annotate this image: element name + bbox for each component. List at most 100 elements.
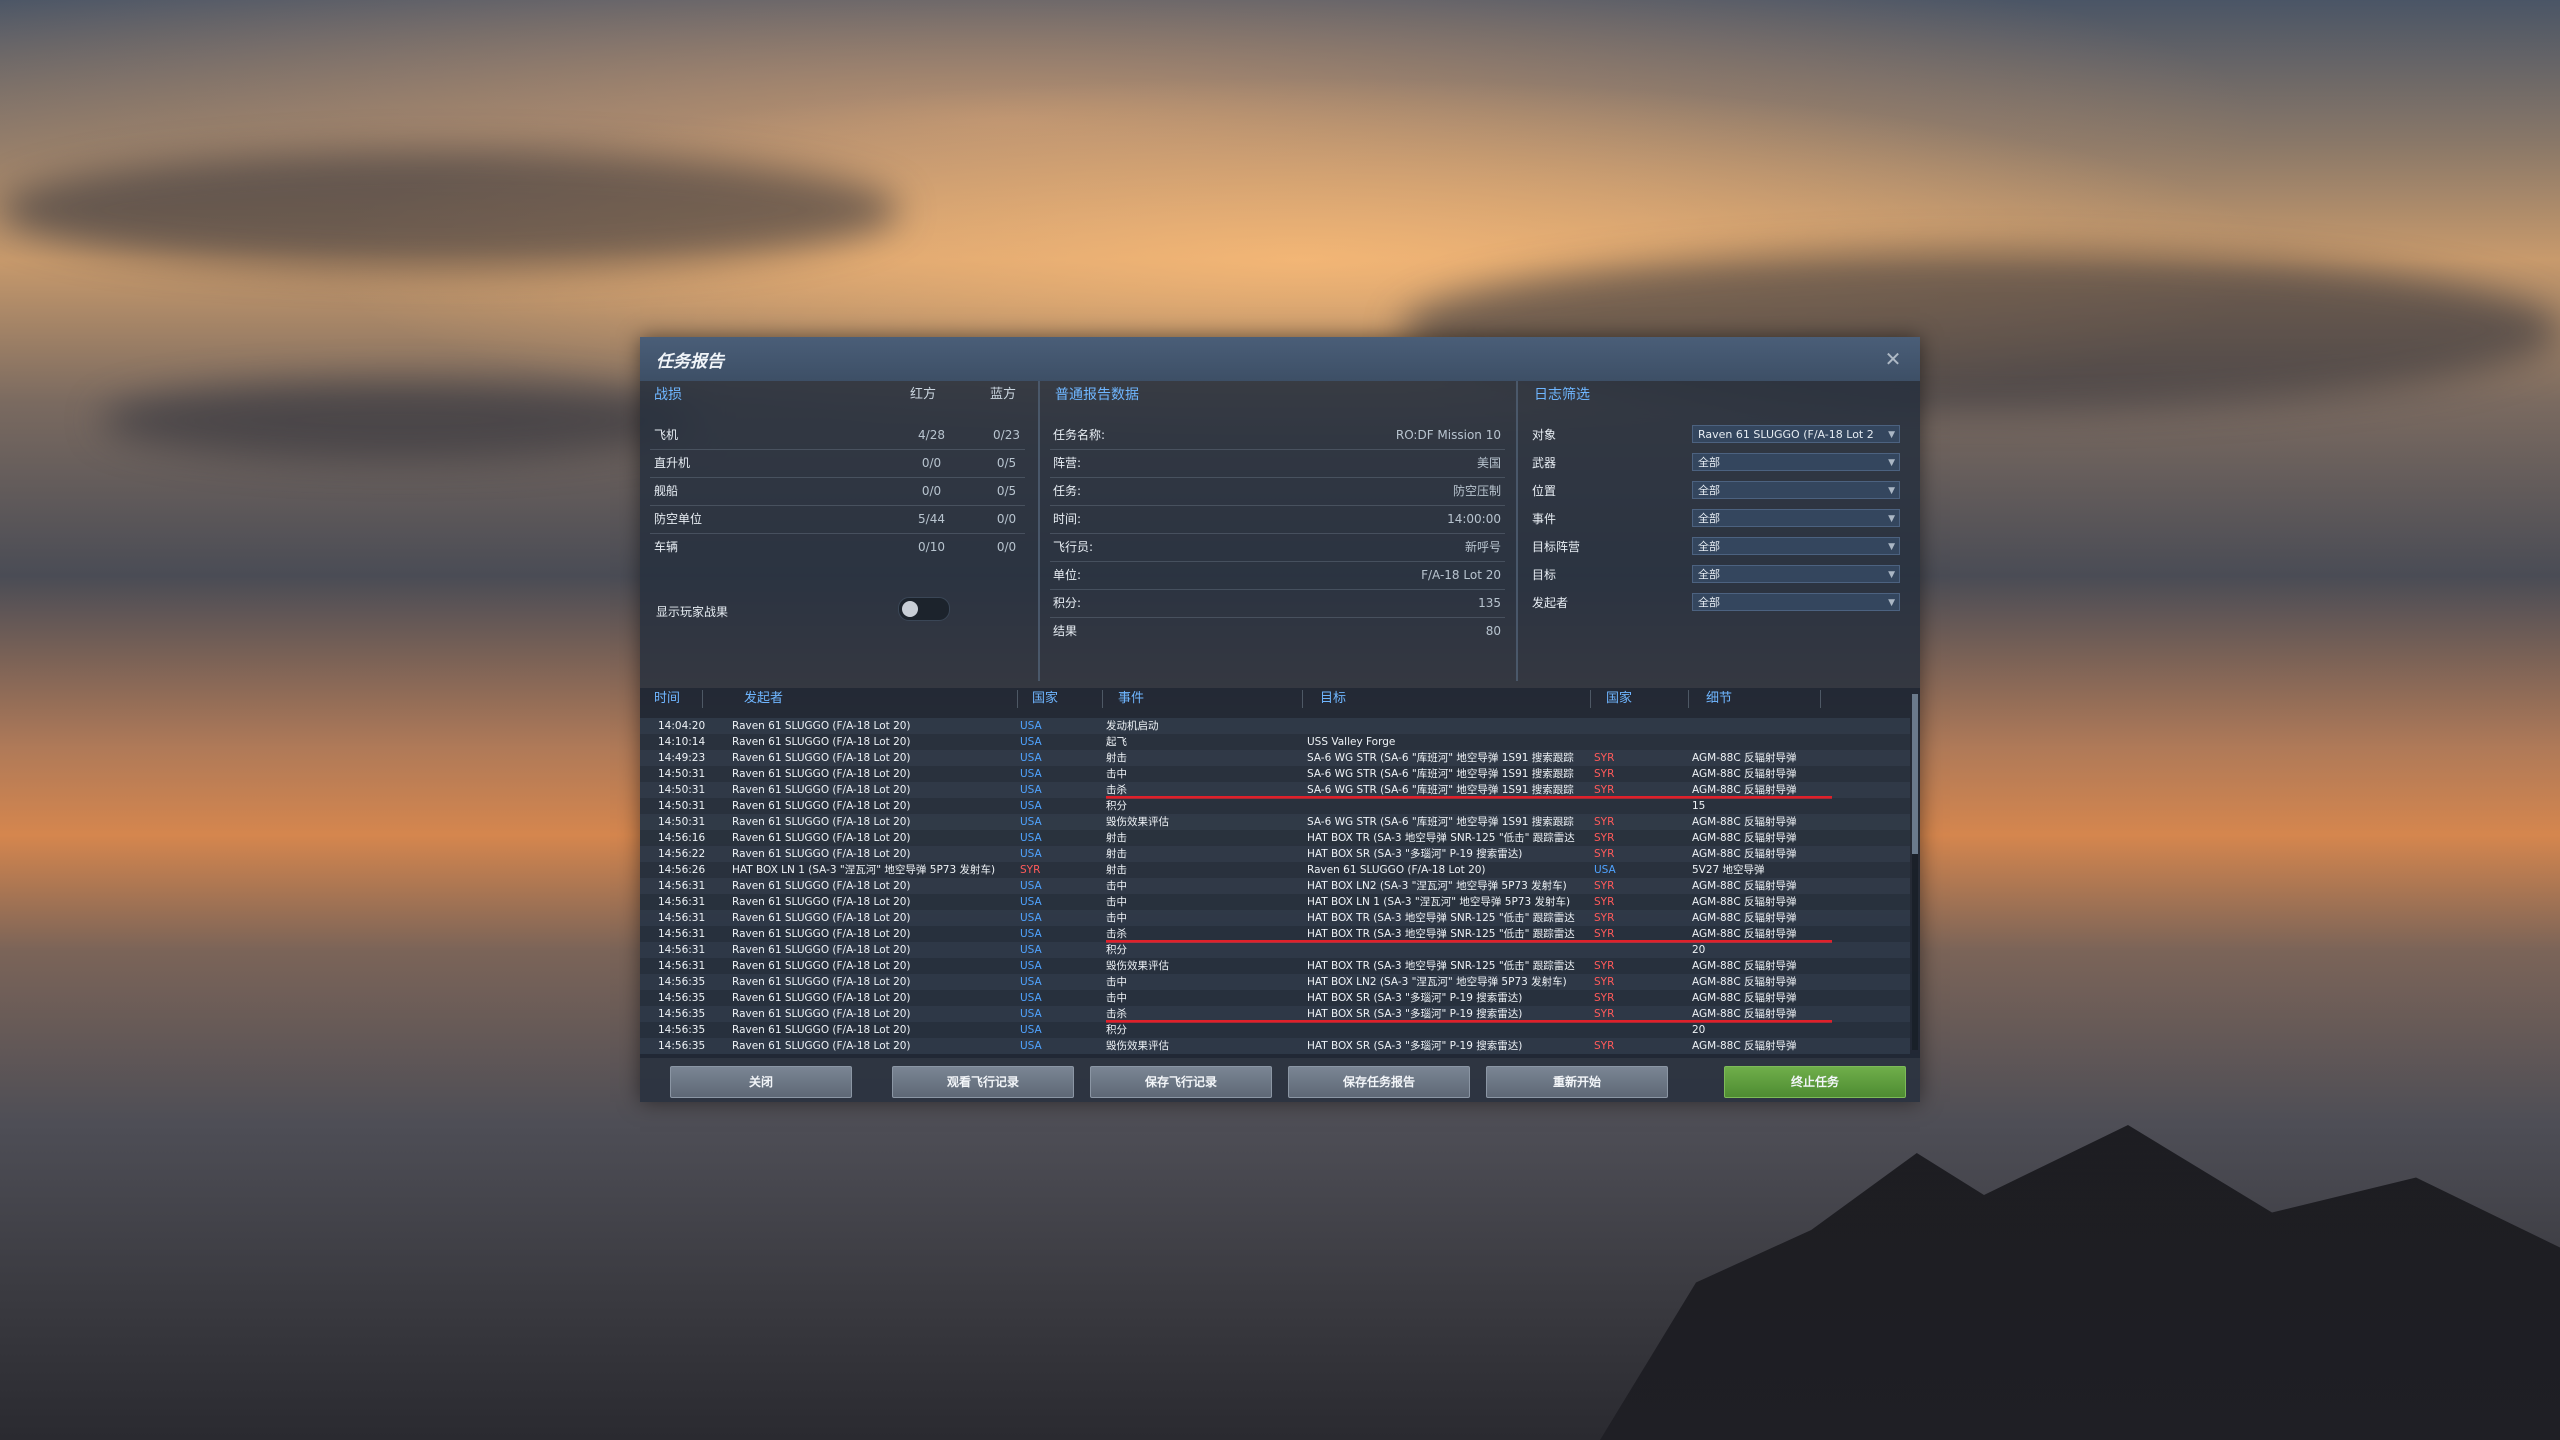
red-loss-value: 0/0 (921, 484, 942, 498)
log-header-target[interactable]: 目标 (1320, 688, 1346, 710)
end-mission-button[interactable]: 终止任务 (1724, 1066, 1906, 1098)
loss-row-ships: 舰船 0/0 0/5 (654, 477, 1024, 505)
scrollbar-thumb[interactable] (1912, 694, 1918, 854)
log-row[interactable]: 14:56:26 HAT BOX LN 1 (SA-3 "涅瓦河" 地空导弹 5P… (640, 862, 1910, 878)
log-cell-initiator: Raven 61 SLUGGO (F/A-18 Lot 20) (732, 992, 911, 1004)
log-cell-event: 毁伤效果评估 (1106, 816, 1169, 828)
log-header-initiator[interactable]: 发起者 (744, 688, 783, 710)
log-header-time[interactable]: 时间 (654, 688, 680, 710)
chevron-down-icon: ▼ (1888, 458, 1895, 468)
cloud-bank (100, 380, 700, 460)
log-row[interactable]: 14:56:22 Raven 61 SLUGGO (F/A-18 Lot 20) U… (640, 846, 1910, 862)
log-cell-target-country: SYR (1594, 912, 1615, 924)
log-cell-initiator: Raven 61 SLUGGO (F/A-18 Lot 20) (732, 784, 911, 796)
log-row[interactable]: 14:56:31 Raven 61 SLUGGO (F/A-18 Lot 20) U… (640, 910, 1910, 926)
log-row[interactable]: 14:56:35 Raven 61 SLUGGO (F/A-18 Lot 20) U… (640, 1022, 1910, 1038)
general-row-score: 积分: 135 (1053, 589, 1501, 617)
log-cell-country: USA (1020, 832, 1042, 844)
log-row[interactable]: 14:10:14 Raven 61 SLUGGO (F/A-18 Lot 20) U… (640, 734, 1910, 750)
log-cell-time: 14:50:31 (658, 800, 706, 812)
save-track-button[interactable]: 保存飞行记录 (1090, 1066, 1272, 1098)
view-track-button[interactable]: 观看飞行记录 (892, 1066, 1074, 1098)
log-row[interactable]: 14:56:35 Raven 61 SLUGGO (F/A-18 Lot 20) U… (640, 1006, 1910, 1023)
filter-target-side-select[interactable]: 全部 ▼ (1692, 537, 1900, 555)
general-label: 时间: (1053, 512, 1082, 526)
log-row[interactable]: 14:56:35 Raven 61 SLUGGO (F/A-18 Lot 20) U… (640, 990, 1910, 1006)
loss-row-helicopter: 直升机 0/0 0/5 (654, 449, 1024, 477)
general-value: 80 (1485, 624, 1501, 638)
log-cell-target: HAT BOX SR (SA-3 "多瑙河" P-19 搜索雷达) (1307, 1040, 1523, 1052)
log-row[interactable]: 14:56:35 Raven 61 SLUGGO (F/A-18 Lot 20) U… (640, 974, 1910, 990)
filter-weapon-select[interactable]: 全部 ▼ (1692, 453, 1900, 471)
chevron-down-icon: ▼ (1888, 570, 1895, 580)
filter-row-event: 事件 全部 ▼ (1532, 505, 1907, 533)
filter-value: Raven 61 SLUGGO (F/A-18 Lot 2 (1698, 428, 1874, 441)
log-row[interactable]: 14:56:16 Raven 61 SLUGGO (F/A-18 Lot 20) U… (640, 830, 1910, 846)
loss-label: 舰船 (654, 484, 679, 498)
log-cell-initiator: Raven 61 SLUGGO (F/A-18 Lot 20) (732, 928, 911, 940)
log-cell-target: HAT BOX TR (SA-3 地空导弹 SNR-125 "低击" 跟踪雷达 (1307, 912, 1575, 924)
log-cell-country: USA (1020, 960, 1042, 972)
log-row[interactable]: 14:56:31 Raven 61 SLUGGO (F/A-18 Lot 20) U… (640, 878, 1910, 894)
log-header-target-country[interactable]: 国家 (1606, 688, 1632, 710)
log-cell-event: 射击 (1106, 832, 1127, 844)
filter-initiator-select[interactable]: 全部 ▼ (1692, 593, 1900, 611)
general-value: 防空压制 (1452, 484, 1501, 498)
log-cell-target: HAT BOX TR (SA-3 地空导弹 SNR-125 "低击" 跟踪雷达 (1307, 960, 1575, 972)
log-cell-time: 14:56:31 (658, 944, 706, 956)
log-cell-time: 14:56:16 (658, 832, 706, 844)
log-cell-time: 14:50:31 (658, 768, 706, 780)
log-row[interactable]: 14:56:31 Raven 61 SLUGGO (F/A-18 Lot 20) U… (640, 926, 1910, 943)
close-button[interactable]: 关闭 (670, 1066, 852, 1098)
log-cell-event: 击中 (1106, 912, 1127, 924)
log-header-country[interactable]: 国家 (1032, 688, 1058, 710)
filter-target-select[interactable]: 全部 ▼ (1692, 565, 1900, 583)
header-separator (1820, 690, 1821, 708)
log-row[interactable]: 14:56:35 Raven 61 SLUGGO (F/A-18 Lot 20) U… (640, 1038, 1910, 1054)
log-row[interactable]: 14:50:31 Raven 61 SLUGGO (F/A-18 Lot 20) U… (640, 782, 1910, 799)
header-separator (1017, 690, 1018, 708)
log-cell-initiator: Raven 61 SLUGGO (F/A-18 Lot 20) (732, 752, 911, 764)
red-loss-value: 5/44 (918, 512, 945, 526)
log-cell-target: HAT BOX TR (SA-3 地空导弹 SNR-125 "低击" 跟踪雷达 (1307, 832, 1575, 844)
log-cell-target-country: SYR (1594, 1040, 1615, 1052)
close-icon[interactable]: ✕ (1882, 348, 1904, 370)
log-cell-country: USA (1020, 912, 1042, 924)
filter-row-target: 目标 全部 ▼ (1532, 561, 1907, 589)
log-cell-event: 击中 (1106, 976, 1127, 988)
log-row[interactable]: 14:50:31 Raven 61 SLUGGO (F/A-18 Lot 20) U… (640, 814, 1910, 830)
log-row[interactable]: 14:50:31 Raven 61 SLUGGO (F/A-18 Lot 20) U… (640, 766, 1910, 782)
log-cell-country: USA (1020, 784, 1042, 796)
log-cell-target-country: SYR (1594, 848, 1615, 860)
filter-label: 事件 (1532, 512, 1557, 526)
save-report-button[interactable]: 保存任务报告 (1288, 1066, 1470, 1098)
log-row[interactable]: 14:56:31 Raven 61 SLUGGO (F/A-18 Lot 20) U… (640, 958, 1910, 974)
log-cell-target-country: SYR (1594, 992, 1615, 1004)
restart-button[interactable]: 重新开始 (1486, 1066, 1668, 1098)
filter-event-select[interactable]: 全部 ▼ (1692, 509, 1900, 527)
log-filter-header: 日志筛选 (1534, 387, 1590, 403)
log-header-event[interactable]: 事件 (1118, 688, 1144, 710)
log-row[interactable]: 14:56:31 Raven 61 SLUGGO (F/A-18 Lot 20) U… (640, 894, 1910, 910)
show-player-results-toggle[interactable] (898, 597, 950, 621)
filter-row-target-side: 目标阵营 全部 ▼ (1532, 533, 1907, 561)
log-cell-target: HAT BOX LN 1 (SA-3 "涅瓦河" 地空导弹 5P73 发射车) (1307, 896, 1571, 908)
log-cell-event: 击中 (1106, 768, 1127, 780)
log-row[interactable]: 14:04:20 Raven 61 SLUGGO (F/A-18 Lot 20) U… (640, 718, 1910, 734)
filter-object-select[interactable]: Raven 61 SLUGGO (F/A-18 Lot 2 ▼ (1692, 425, 1900, 443)
log-cell-initiator: Raven 61 SLUGGO (F/A-18 Lot 20) (732, 800, 911, 812)
column-divider (1038, 381, 1040, 681)
log-scrollbar[interactable] (1912, 694, 1918, 1050)
filter-label: 发起者 (1532, 596, 1569, 610)
log-cell-time: 14:56:22 (658, 848, 706, 860)
cloud-bank (0, 150, 900, 270)
log-cell-target: SA-6 WG STR (SA-6 "库班河" 地空导弹 1S91 搜索跟踪 (1307, 816, 1574, 828)
filter-location-select[interactable]: 全部 ▼ (1692, 481, 1900, 499)
log-row[interactable]: 14:49:23 Raven 61 SLUGGO (F/A-18 Lot 20) U… (640, 750, 1910, 766)
blue-loss-value: 0/0 (996, 540, 1017, 554)
log-header-detail[interactable]: 细节 (1706, 688, 1732, 710)
action-bar: 关闭 观看飞行记录 保存飞行记录 保存任务报告 重新开始 终止任务 (640, 1058, 1920, 1102)
log-row[interactable]: 14:56:31 Raven 61 SLUGGO (F/A-18 Lot 20) U… (640, 942, 1910, 958)
log-row[interactable]: 14:50:31 Raven 61 SLUGGO (F/A-18 Lot 20) U… (640, 798, 1910, 814)
log-cell-time: 14:56:26 (658, 864, 706, 876)
